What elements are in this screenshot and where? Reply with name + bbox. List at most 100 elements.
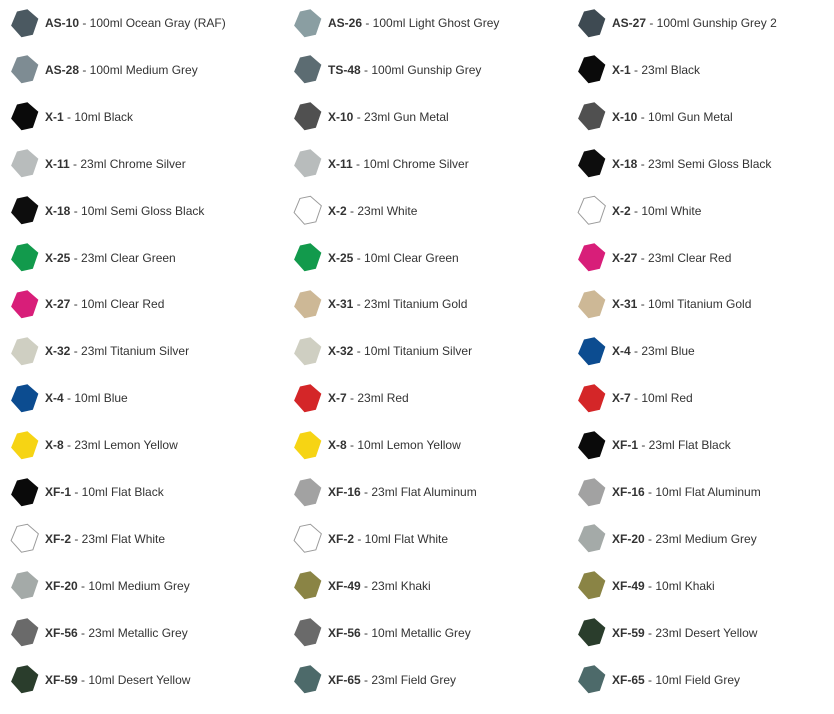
paint-swatch-item[interactable]: X-10 - 10ml Gun Metal [577, 102, 733, 132]
color-swatch-icon [11, 477, 39, 506]
paint-swatch-label: X-18 - 10ml Semi Gloss Black [45, 203, 204, 219]
paint-swatch-item[interactable]: X-11 - 23ml Chrome Silver [10, 149, 186, 179]
paint-swatch-item[interactable]: XF-20 - 23ml Medium Grey [577, 524, 757, 554]
paint-swatch-label: AS-28 - 100ml Medium Grey [45, 62, 198, 78]
paint-code: X-32 [328, 344, 354, 359]
paint-swatch-item[interactable]: XF-56 - 23ml Metallic Grey [10, 618, 188, 648]
paint-swatch-label: XF-59 - 10ml Desert Yellow [45, 672, 190, 688]
paint-description: - 10ml Desert Yellow [77, 672, 191, 687]
color-swatch-icon [578, 383, 606, 412]
paint-swatch-label: XF-20 - 23ml Medium Grey [612, 531, 757, 547]
paint-swatch-item[interactable]: X-8 - 10ml Lemon Yellow [293, 430, 461, 460]
paint-swatch-label: X-1 - 10ml Black [45, 109, 133, 125]
paint-description: - 10ml Titanium Silver [353, 344, 473, 359]
paint-swatch-item[interactable]: XF-56 - 10ml Metallic Grey [293, 618, 471, 648]
color-swatch-icon [11, 290, 39, 319]
paint-swatch-label: X-25 - 10ml Clear Green [328, 250, 459, 266]
paint-swatch-item[interactable]: XF-16 - 10ml Flat Aluminum [577, 477, 761, 507]
paint-swatch-item[interactable]: X-31 - 23ml Titanium Gold [293, 289, 467, 319]
paint-swatch-item[interactable]: X-4 - 23ml Blue [577, 336, 695, 366]
paint-swatch-label: XF-49 - 23ml Khaki [328, 578, 431, 594]
paint-swatch-item[interactable]: X-1 - 10ml Black [10, 102, 133, 132]
paint-swatch-item[interactable]: AS-26 - 100ml Light Ghost Grey [293, 8, 499, 38]
color-swatch-icon [578, 149, 606, 178]
paint-swatch-item[interactable]: X-7 - 10ml Red [577, 383, 693, 413]
paint-swatch-item[interactable]: X-32 - 10ml Titanium Silver [293, 336, 472, 366]
paint-swatch-item[interactable]: XF-65 - 23ml Field Grey [293, 665, 456, 695]
color-swatch-icon [294, 430, 322, 459]
color-swatch-icon [11, 55, 39, 84]
paint-description: - 100ml Medium Grey [79, 62, 198, 77]
color-swatch-icon [294, 102, 322, 131]
paint-code: X-18 [45, 203, 71, 218]
paint-swatch-item[interactable]: XF-59 - 23ml Desert Yellow [577, 618, 757, 648]
paint-swatch-item[interactable]: X-18 - 10ml Semi Gloss Black [10, 196, 204, 226]
paint-swatch-item[interactable]: AS-27 - 100ml Gunship Grey 2 [577, 8, 777, 38]
color-swatch-icon [294, 8, 322, 37]
paint-swatch-item[interactable]: X-27 - 10ml Clear Red [10, 289, 164, 319]
paint-code: X-1 [45, 109, 64, 124]
paint-swatch-item[interactable]: X-27 - 23ml Clear Red [577, 243, 731, 273]
paint-swatch-item[interactable]: X-18 - 23ml Semi Gloss Black [577, 149, 771, 179]
paint-swatch-item[interactable]: XF-1 - 23ml Flat Black [577, 430, 731, 460]
paint-swatch-item[interactable]: XF-16 - 23ml Flat Aluminum [293, 477, 477, 507]
paint-swatch-item[interactable]: X-11 - 10ml Chrome Silver [293, 149, 469, 179]
paint-description: - 10ml Red [630, 391, 693, 406]
paint-swatch-item[interactable]: X-25 - 10ml Clear Green [293, 243, 459, 273]
paint-description: - 23ml Flat White [71, 531, 166, 546]
paint-description: - 23ml Khaki [360, 578, 431, 593]
paint-swatch-item[interactable]: X-25 - 23ml Clear Green [10, 243, 176, 273]
paint-swatch-item[interactable]: X-7 - 23ml Red [293, 383, 409, 413]
paint-swatch-label: XF-2 - 23ml Flat White [45, 531, 165, 547]
paint-swatch-item[interactable]: X-10 - 23ml Gun Metal [293, 102, 449, 132]
paint-swatch-label: XF-16 - 23ml Flat Aluminum [328, 484, 477, 500]
paint-swatch-item[interactable]: XF-59 - 10ml Desert Yellow [10, 665, 190, 695]
color-swatch-icon [294, 571, 322, 600]
color-swatch-icon [11, 102, 39, 131]
paint-swatch-item[interactable]: TS-48 - 100ml Gunship Grey [293, 55, 481, 85]
paint-code: X-31 [328, 297, 354, 312]
paint-swatch-item[interactable]: XF-2 - 23ml Flat White [10, 524, 165, 554]
paint-swatch-item[interactable]: X-2 - 23ml White [293, 195, 417, 226]
paint-swatch-item[interactable]: XF-49 - 10ml Khaki [577, 571, 715, 601]
paint-swatch-item[interactable]: X-1 - 23ml Black [577, 55, 700, 85]
paint-description: - 23ml Flat Aluminum [360, 485, 477, 499]
paint-code: X-7 [328, 391, 347, 406]
color-swatch-icon [294, 665, 322, 694]
paint-swatch-item[interactable]: AS-10 - 100ml Ocean Gray (RAF) [10, 8, 226, 38]
color-swatch-icon [294, 383, 322, 412]
paint-description: - 23ml Metallic Grey [77, 625, 188, 640]
paint-swatch-label: XF-2 - 10ml Flat White [328, 531, 448, 547]
paint-swatch-label: X-10 - 10ml Gun Metal [612, 109, 733, 125]
paint-swatch-item[interactable]: XF-20 - 10ml Medium Grey [10, 571, 190, 601]
color-swatch-icon [293, 524, 322, 554]
color-swatch-icon [11, 618, 39, 647]
color-swatch-icon [578, 571, 606, 600]
paint-swatch-item[interactable]: XF-49 - 23ml Khaki [293, 571, 431, 601]
paint-code: X-8 [328, 438, 347, 453]
paint-description: - 10ml Lemon Yellow [346, 438, 461, 453]
paint-swatch-item[interactable]: X-2 - 10ml White [577, 195, 701, 226]
paint-swatch-item[interactable]: X-31 - 10ml Titanium Gold [577, 289, 751, 319]
paint-swatch-item[interactable]: XF-65 - 10ml Field Grey [577, 665, 740, 695]
color-swatch-icon [294, 243, 322, 272]
paint-description: - 23ml Titanium Gold [353, 297, 468, 312]
paint-swatch-item[interactable]: AS-28 - 100ml Medium Grey [10, 55, 198, 85]
paint-swatch-item[interactable]: XF-1 - 10ml Flat Black [10, 477, 164, 507]
paint-swatch-label: XF-1 - 23ml Flat Black [612, 437, 731, 453]
paint-description: - 10ml Clear Green [353, 250, 459, 265]
paint-code: X-11 [328, 156, 353, 171]
paint-swatch-label: X-31 - 23ml Titanium Gold [328, 296, 467, 312]
paint-code: X-4 [612, 344, 631, 359]
paint-swatch-item[interactable]: X-8 - 23ml Lemon Yellow [10, 430, 178, 460]
paint-description: - 10ml Semi Gloss Black [70, 203, 205, 218]
paint-swatch-item[interactable]: X-4 - 10ml Blue [10, 383, 128, 413]
paint-code: AS-10 [45, 16, 80, 30]
paint-swatch-item[interactable]: XF-2 - 10ml Flat White [293, 524, 448, 554]
color-swatch-icon [294, 290, 322, 319]
paint-code: X-11 [45, 156, 70, 171]
paint-description: - 23ml Black [630, 62, 701, 77]
paint-code: X-31 [612, 297, 638, 312]
paint-swatch-item[interactable]: X-32 - 23ml Titanium Silver [10, 336, 189, 366]
color-swatch-icon [578, 477, 606, 506]
